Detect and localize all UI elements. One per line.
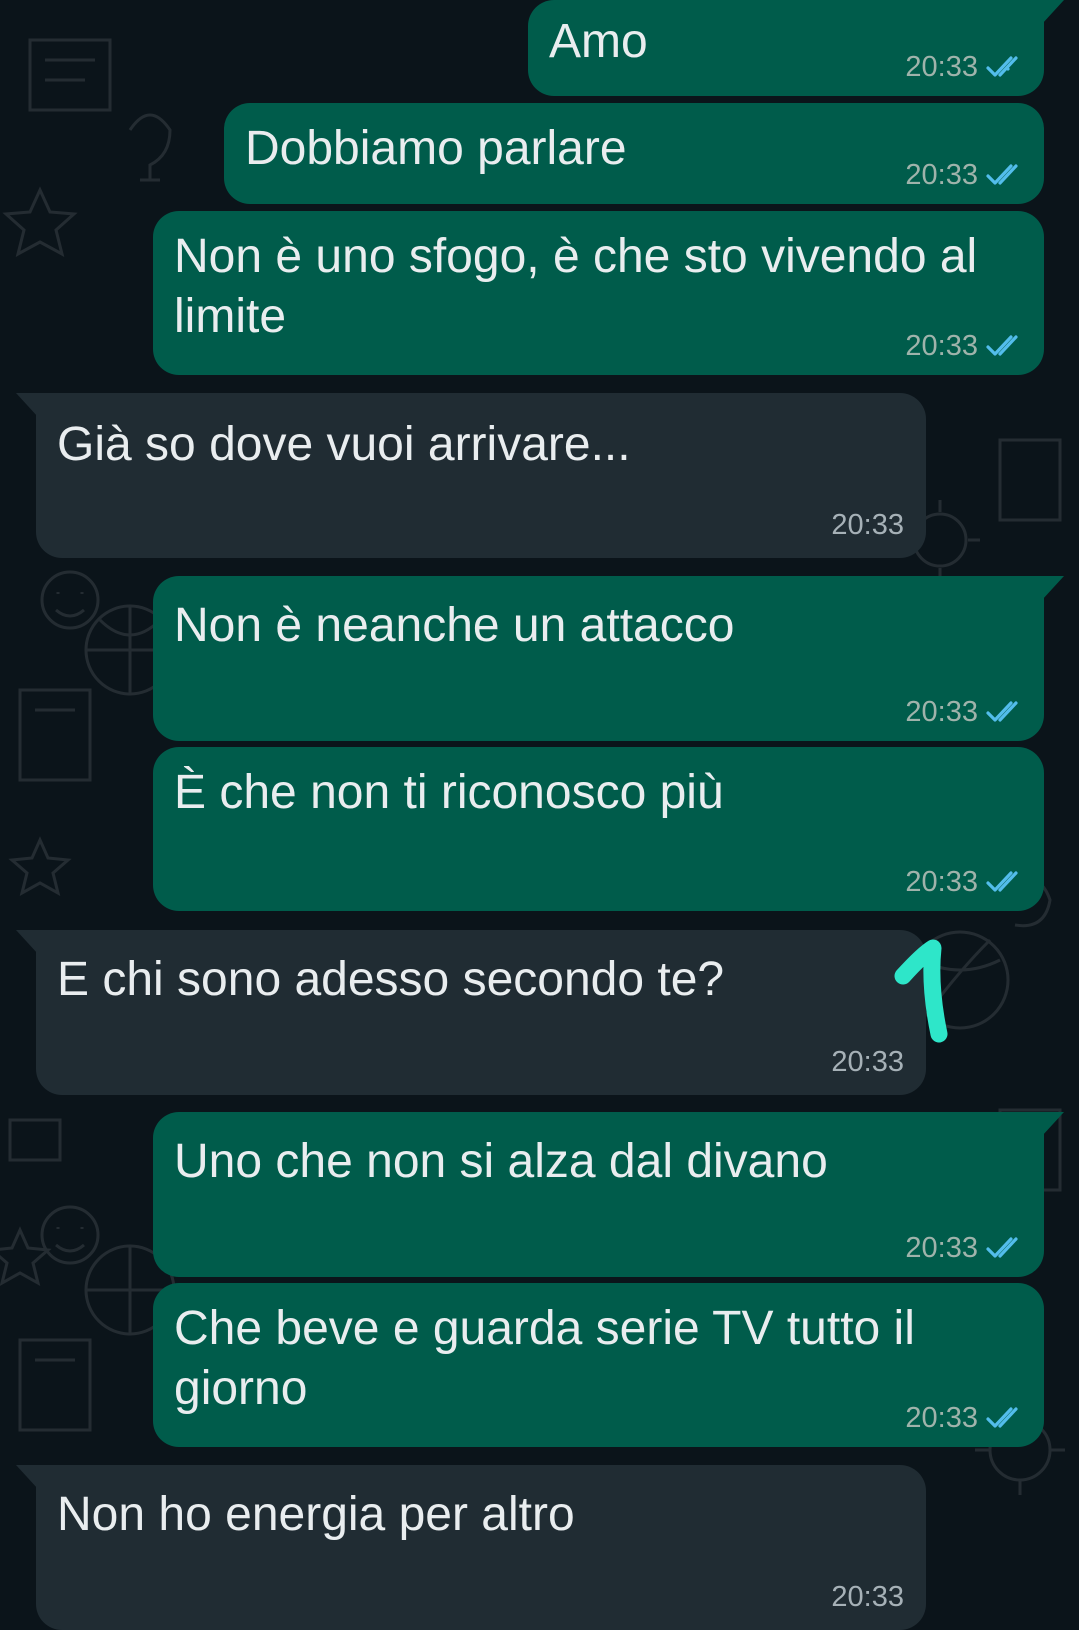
message-time: 20:33 bbox=[905, 1402, 978, 1434]
read-check-icon bbox=[986, 871, 1018, 892]
message-bubble-outgoing[interactable]: Non è neanche un attacco 20:33 bbox=[153, 576, 1064, 741]
message-time: 20:33 bbox=[905, 696, 978, 728]
read-check-icon bbox=[986, 701, 1018, 722]
read-check-icon bbox=[986, 56, 1018, 77]
message-meta: 20:33 bbox=[905, 158, 1026, 192]
message-text: Non è neanche un attacco bbox=[174, 599, 735, 652]
annotation-number-one bbox=[894, 939, 948, 1043]
message-time: 20:33 bbox=[831, 1046, 904, 1078]
message-time: 20:33 bbox=[831, 509, 904, 541]
bubble-tail bbox=[1042, 1112, 1064, 1136]
message-text: È che non ti riconosco più bbox=[174, 766, 724, 819]
message-bubble-incoming[interactable]: Già so dove vuoi arrivare... 20:33 bbox=[16, 393, 926, 558]
message-meta: 20:33 bbox=[831, 1580, 904, 1614]
bubble-tail bbox=[16, 930, 38, 954]
bubble-tail bbox=[1042, 576, 1064, 600]
message-meta: 20:33 bbox=[905, 865, 1026, 899]
message-bubble-outgoing[interactable]: Amo 20:33 bbox=[528, 0, 1064, 96]
message-text: Non è uno sfogo, è che sto vivendo al li… bbox=[174, 230, 978, 343]
message-time: 20:33 bbox=[905, 51, 978, 83]
message-text: Dobbiamo parlare bbox=[245, 122, 627, 175]
message-bubble-outgoing[interactable]: Non è uno sfogo, è che sto vivendo al li… bbox=[153, 211, 1044, 375]
message-bubble-outgoing[interactable]: Uno che non si alza dal divano 20:33 bbox=[153, 1112, 1064, 1277]
bubble-tail bbox=[16, 1465, 38, 1489]
read-check-icon bbox=[986, 1407, 1018, 1428]
message-bubble-incoming[interactable]: E chi sono adesso secondo te? 20:33 bbox=[16, 930, 926, 1095]
message-bubble-incoming[interactable]: Non ho energia per altro 20:33 bbox=[16, 1465, 926, 1630]
message-meta: 20:33 bbox=[905, 1231, 1026, 1265]
message-text: Che beve e guarda serie TV tutto il gior… bbox=[174, 1302, 915, 1415]
message-text: Uno che non si alza dal divano bbox=[174, 1135, 828, 1188]
read-check-icon bbox=[986, 164, 1018, 185]
read-check-icon bbox=[986, 335, 1018, 356]
message-text: Non ho energia per altro bbox=[57, 1488, 575, 1541]
chat-message-list[interactable]: Amo 20:33 Dobbiamo parlare 20:33 Non è u… bbox=[0, 0, 1079, 1630]
message-bubble-outgoing[interactable]: È che non ti riconosco più 20:33 bbox=[153, 747, 1044, 911]
message-time: 20:33 bbox=[905, 159, 978, 191]
message-meta: 20:33 bbox=[905, 329, 1026, 363]
message-meta: 20:33 bbox=[905, 695, 1026, 729]
bubble-tail bbox=[1042, 0, 1064, 24]
message-text: Già so dove vuoi arrivare... bbox=[57, 418, 631, 471]
message-text: E chi sono adesso secondo te? bbox=[57, 953, 725, 1006]
message-time: 20:33 bbox=[905, 1232, 978, 1264]
message-time: 20:33 bbox=[905, 330, 978, 362]
message-bubble-outgoing[interactable]: Che beve e guarda serie TV tutto il gior… bbox=[153, 1283, 1044, 1447]
message-bubble-outgoing[interactable]: Dobbiamo parlare 20:33 bbox=[224, 103, 1044, 204]
read-check-icon bbox=[986, 1237, 1018, 1258]
message-meta: 20:33 bbox=[831, 1045, 904, 1079]
message-meta: 20:33 bbox=[905, 50, 1026, 84]
message-time: 20:33 bbox=[905, 866, 978, 898]
message-meta: 20:33 bbox=[905, 1401, 1026, 1435]
message-time: 20:33 bbox=[831, 1581, 904, 1613]
message-meta: 20:33 bbox=[831, 508, 904, 542]
bubble-tail bbox=[16, 393, 38, 417]
